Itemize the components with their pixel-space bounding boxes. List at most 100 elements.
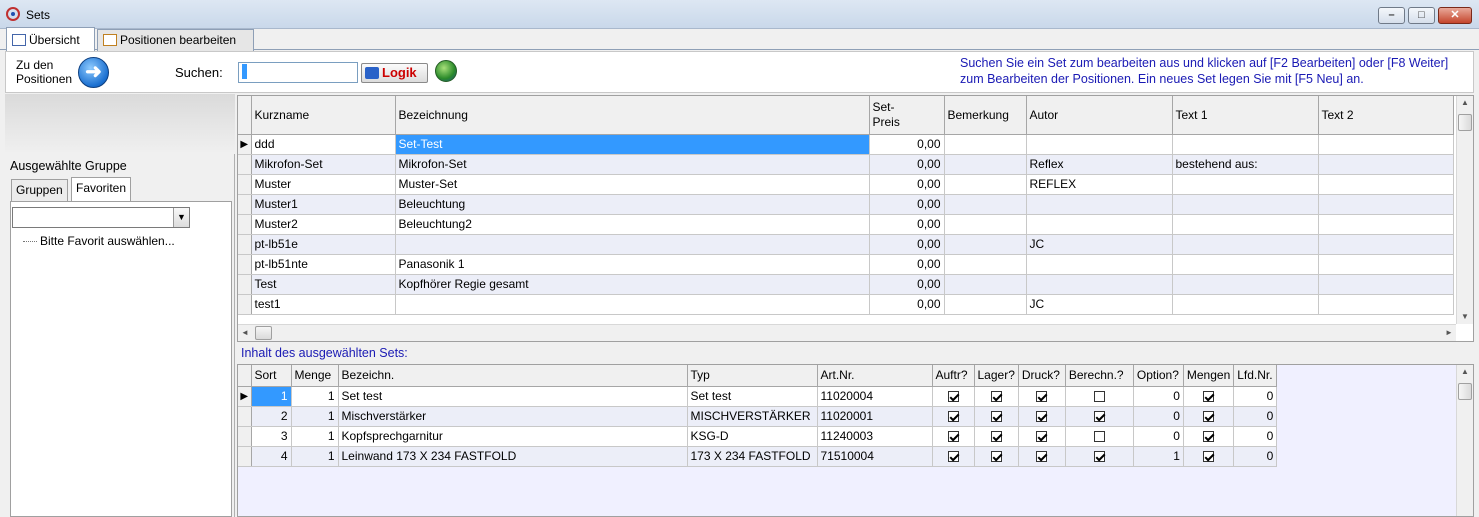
- checkbox-checked-icon[interactable]: [1203, 391, 1215, 403]
- table-row[interactable]: Mikrofon-Set Mikrofon-Set 0,00 Reflex besteh…: [238, 154, 1454, 175]
- favorites-select[interactable]: ▼: [12, 207, 190, 228]
- table-row[interactable]: Test Kopfhörer Regie gesamt 0,00: [238, 274, 1454, 295]
- cell-bemerkung[interactable]: [944, 134, 1027, 155]
- cell-bemerkung[interactable]: [944, 294, 1027, 315]
- cell-preis[interactable]: 0,00: [869, 294, 945, 315]
- checkbox-unchecked-icon[interactable]: [1093, 391, 1105, 403]
- cell-berechn[interactable]: [1065, 426, 1134, 447]
- row-indicator[interactable]: [238, 294, 252, 315]
- column-header[interactable]: Mengen: [1183, 365, 1235, 387]
- cell-lfd[interactable]: 0: [1233, 446, 1278, 467]
- cell-preis[interactable]: 0,00: [869, 274, 945, 295]
- chevron-down-icon[interactable]: ▼: [173, 208, 189, 227]
- cell-mengen[interactable]: [1183, 426, 1235, 447]
- table-row[interactable]: Muster2 Beleuchtung2 0,00: [238, 214, 1454, 235]
- row-indicator[interactable]: [238, 406, 252, 427]
- cell-text2[interactable]: [1318, 174, 1454, 195]
- cell-menge[interactable]: 1: [291, 426, 339, 447]
- cell-typ[interactable]: 173 X 234 FASTFOLD: [687, 446, 818, 467]
- maximize-button[interactable]: □: [1408, 7, 1435, 24]
- cell-text1[interactable]: [1172, 234, 1319, 255]
- cell-menge[interactable]: 1: [291, 446, 339, 467]
- table-row[interactable]: ▶ 1 1 Set test Set test 11020004 0 0: [238, 386, 1278, 407]
- cell-kurzname[interactable]: Test: [251, 274, 396, 295]
- checkbox-checked-icon[interactable]: [1203, 431, 1215, 443]
- table-row[interactable]: ▶ ddd Set-Test 0,00: [238, 134, 1454, 155]
- cell-sort[interactable]: 3: [251, 426, 292, 447]
- column-header[interactable]: Druck?: [1018, 365, 1066, 387]
- cell-lager[interactable]: [974, 426, 1019, 447]
- cell-option[interactable]: 0: [1133, 426, 1184, 447]
- cell-lfd[interactable]: 0: [1233, 386, 1278, 407]
- column-header[interactable]: Autor: [1026, 96, 1173, 135]
- column-header[interactable]: Bezeichn.: [338, 365, 688, 387]
- checkbox-checked-icon[interactable]: [1036, 431, 1048, 443]
- column-header[interactable]: Menge: [291, 365, 339, 387]
- cell-lager[interactable]: [974, 386, 1019, 407]
- cell-option[interactable]: 1: [1133, 446, 1184, 467]
- cell-bezeichnung[interactable]: Muster-Set: [395, 174, 870, 195]
- cell-text2[interactable]: [1318, 254, 1454, 275]
- cell-autor[interactable]: [1026, 134, 1173, 155]
- cell-text1[interactable]: bestehend aus:: [1172, 154, 1319, 175]
- checkbox-checked-icon[interactable]: [947, 391, 959, 403]
- cell-autor[interactable]: REFLEX: [1026, 174, 1173, 195]
- cell-bezeichnung[interactable]: Mikrofon-Set: [395, 154, 870, 175]
- cell-typ[interactable]: KSG-D: [687, 426, 818, 447]
- checkbox-checked-icon[interactable]: [1036, 451, 1048, 463]
- cell-bemerkung[interactable]: [944, 274, 1027, 295]
- cell-text2[interactable]: [1318, 194, 1454, 215]
- cell-auftr[interactable]: [932, 446, 975, 467]
- cell-sort[interactable]: 4: [251, 446, 292, 467]
- tab-gruppen[interactable]: Gruppen: [11, 179, 68, 201]
- checkbox-checked-icon[interactable]: [990, 451, 1002, 463]
- column-header[interactable]: Berechn.?: [1065, 365, 1134, 387]
- cell-kurzname[interactable]: Muster1: [251, 194, 396, 215]
- tab-favoriten[interactable]: Favoriten: [71, 177, 132, 202]
- cell-mengen[interactable]: [1183, 406, 1235, 427]
- checkbox-checked-icon[interactable]: [947, 451, 959, 463]
- scroll-thumb[interactable]: [1458, 383, 1472, 400]
- row-indicator[interactable]: [238, 174, 252, 195]
- goto-positions-label[interactable]: Zu den Positionen: [16, 58, 72, 86]
- column-header[interactable]: Option?: [1133, 365, 1184, 387]
- cell-artnr[interactable]: 11020001: [817, 406, 933, 427]
- table-row[interactable]: test1 0,00 JC: [238, 294, 1454, 315]
- cell-preis[interactable]: 0,00: [869, 234, 945, 255]
- cell-text2[interactable]: [1318, 134, 1454, 155]
- cell-bezeichnung[interactable]: Beleuchtung: [395, 194, 870, 215]
- cell-text2[interactable]: [1318, 294, 1454, 315]
- cell-berechn[interactable]: [1065, 406, 1134, 427]
- minimize-button[interactable]: –: [1378, 7, 1405, 24]
- cell-autor[interactable]: [1026, 214, 1173, 235]
- column-header[interactable]: Sort: [251, 365, 292, 387]
- cell-kurzname[interactable]: pt-lb51e: [251, 234, 396, 255]
- cell-bezeichnung[interactable]: Kopfhörer Regie gesamt: [395, 274, 870, 295]
- checkbox-checked-icon[interactable]: [1036, 391, 1048, 403]
- column-header[interactable]: Text 2: [1318, 96, 1454, 135]
- scroll-thumb[interactable]: [255, 326, 272, 340]
- checkbox-checked-icon[interactable]: [990, 431, 1002, 443]
- cell-autor[interactable]: Reflex: [1026, 154, 1173, 175]
- current-row-icon[interactable]: ▶: [238, 134, 252, 155]
- cell-preis[interactable]: 0,00: [869, 134, 945, 155]
- row-indicator[interactable]: [238, 254, 252, 275]
- cell-menge[interactable]: 1: [291, 386, 339, 407]
- cell-text2[interactable]: [1318, 234, 1454, 255]
- checkbox-checked-icon[interactable]: [1093, 451, 1105, 463]
- positions-vertical-scrollbar[interactable]: ▲: [1456, 365, 1473, 516]
- table-row[interactable]: Muster1 Beleuchtung 0,00: [238, 194, 1454, 215]
- table-row[interactable]: Muster Muster-Set 0,00 REFLEX: [238, 174, 1454, 195]
- column-header[interactable]: Lager?: [974, 365, 1019, 387]
- cell-mengen[interactable]: [1183, 446, 1235, 467]
- sets-vertical-scrollbar[interactable]: ▲ ▼: [1456, 96, 1473, 324]
- cell-bemerkung[interactable]: [944, 154, 1027, 175]
- cell-bemerkung[interactable]: [944, 174, 1027, 195]
- column-header[interactable]: Typ: [687, 365, 818, 387]
- sets-horizontal-scrollbar[interactable]: ◄ ►: [238, 324, 1456, 341]
- row-indicator[interactable]: [238, 274, 252, 295]
- scroll-thumb[interactable]: [1458, 114, 1472, 131]
- cell-text1[interactable]: [1172, 134, 1319, 155]
- table-row[interactable]: pt-lb51e 0,00 JC: [238, 234, 1454, 255]
- arrow-right-icon[interactable]: ➜: [78, 57, 109, 88]
